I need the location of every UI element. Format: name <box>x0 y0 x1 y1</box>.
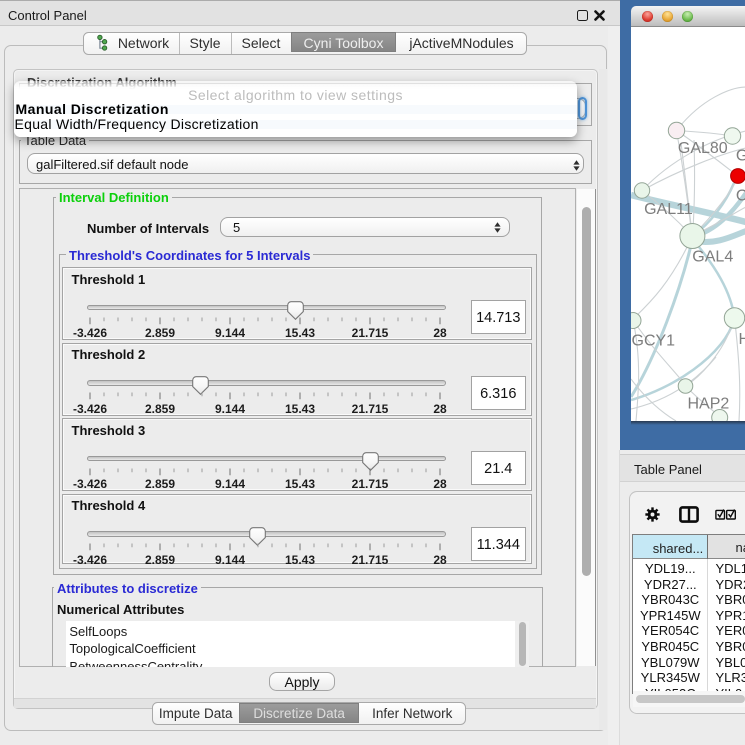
svg-text:GAL80: GAL80 <box>677 140 727 157</box>
svg-text:GAL4: GAL4 <box>692 249 733 266</box>
svg-text:GCY1: GCY1 <box>631 333 675 350</box>
svg-text:GAL11: GAL11 <box>644 201 693 218</box>
svg-text:C: C <box>735 188 745 205</box>
svg-text:H: H <box>738 331 745 348</box>
svg-text:G: G <box>735 148 745 165</box>
svg-text:HAP2: HAP2 <box>687 396 729 413</box>
